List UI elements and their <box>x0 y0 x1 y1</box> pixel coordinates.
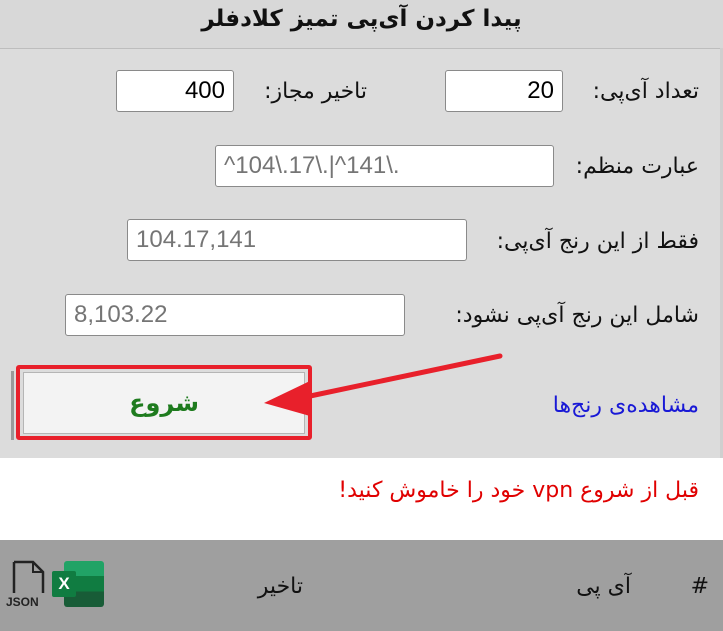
column-ip[interactable]: آی پی <box>576 574 631 599</box>
regex-label: عبارت منظم: <box>575 154 699 179</box>
regex-input[interactable] <box>215 145 554 187</box>
annotation-arrow <box>264 353 503 416</box>
button-shadow-edge <box>11 371 14 440</box>
view-ranges-link[interactable]: مشاهده‌ی رنج‌ها <box>553 393 699 418</box>
column-index[interactable]: # <box>691 574 709 599</box>
only-range-input[interactable] <box>127 219 467 261</box>
exclude-range-label: شامل این رنج آی‌پی نشود: <box>455 303 699 328</box>
ip-count-input[interactable] <box>445 70 563 112</box>
allowed-delay-label: تاخیر مجاز: <box>264 79 367 104</box>
json-icon-label: JSON <box>6 595 39 609</box>
ip-count-label: تعداد آی‌پی: <box>592 79 699 104</box>
excel-export-icon[interactable]: X <box>52 559 104 609</box>
title-bar: پیدا کردن آی‌پی تمیز کلادفلر <box>0 0 723 49</box>
allowed-delay-input[interactable] <box>116 70 234 112</box>
vpn-warning: قبل از شروع vpn خود را خاموش کنید! <box>338 478 699 503</box>
excel-icon-letter: X <box>52 571 76 597</box>
only-range-label: فقط از این رنج آی‌پی: <box>496 229 699 254</box>
json-export-icon[interactable]: JSON <box>6 559 46 611</box>
column-delay[interactable]: تاخیر <box>258 574 303 599</box>
page-title: پیدا کردن آی‌پی تمیز کلادفلر <box>201 6 522 32</box>
exclude-range-input[interactable] <box>65 294 405 336</box>
